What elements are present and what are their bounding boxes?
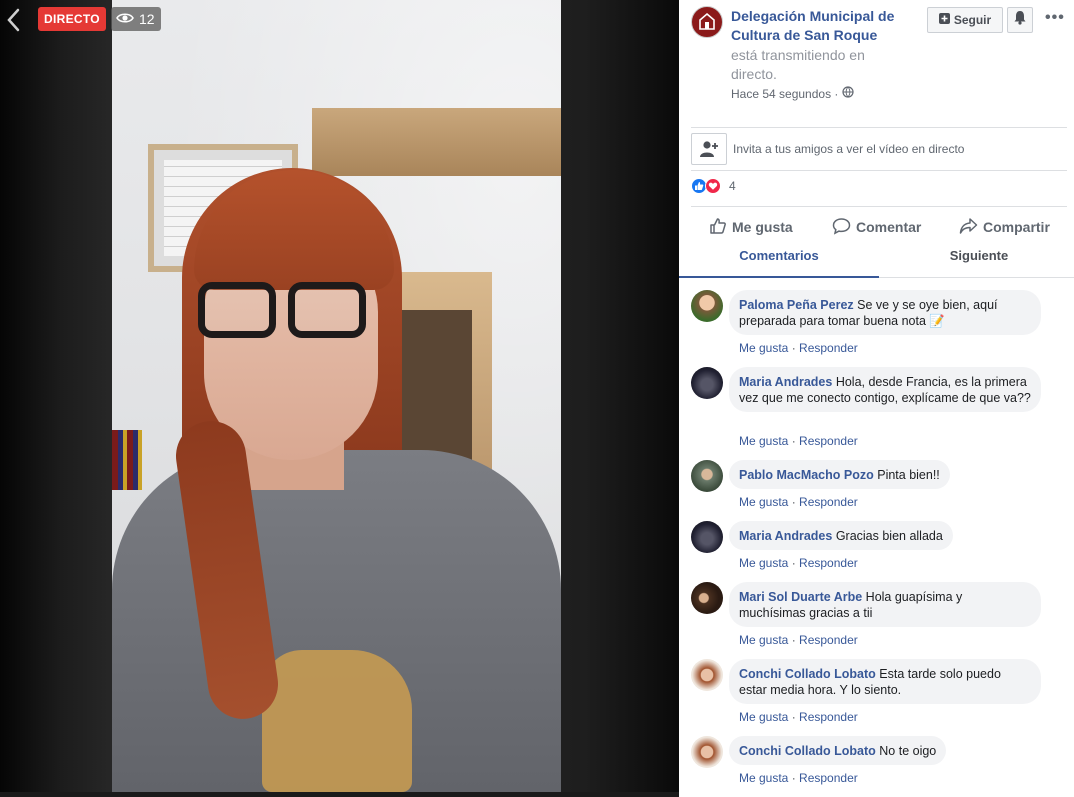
comment-text: Pinta bien!! [877,468,940,482]
video-frame [112,0,561,792]
invite-text[interactable]: Invita a tus amigos a ver el vídeo en di… [733,142,964,156]
comment-like-link[interactable]: Me gusta [739,633,788,647]
comment-author[interactable]: Mari Sol Duarte Arbe [739,590,862,604]
follow-button[interactable]: Seguir [927,7,1003,33]
comment-reply-link[interactable]: Responder [799,495,858,509]
comment-author[interactable]: Pablo MacMacho Pozo [739,468,874,482]
page-avatar[interactable] [691,6,723,38]
comment-bubble: Maria Andrades Gracias bien allada [729,521,953,550]
comment-author[interactable]: Conchi Collado Lobato [739,667,876,681]
divider [691,127,1067,128]
page-name-link[interactable]: Delegación Municipal de Cultura de San R… [731,7,921,45]
comment-text: No te oigo [879,744,937,758]
follow-plus-icon [938,13,950,27]
bell-icon [1013,10,1027,30]
page-logo-icon [699,12,715,30]
comment-reply-link[interactable]: Responder [799,633,858,647]
avatar[interactable] [691,290,723,322]
like-label: Me gusta [732,219,793,235]
post-time: Hace 54 segundos · [731,86,855,101]
comment-actions: Me gusta · Responder [739,434,858,448]
invite-friends-row[interactable]: Invita a tus amigos a ver el vídeo en di… [691,132,1067,166]
avatar[interactable] [691,521,723,553]
comment-reply-link[interactable]: Responder [799,771,858,785]
comment-bubble: Conchi Collado Lobato Esta tarde solo pu… [729,659,1041,704]
comment-author[interactable]: Paloma Peña Perez [739,298,854,312]
post-header: Delegación Municipal de Cultura de San R… [679,0,1074,128]
comment-author[interactable]: Maria Andrades [739,375,832,389]
video-shirt-print [262,650,412,792]
love-reaction-icon [705,178,721,194]
viewer-count-badge: 12 [111,7,161,31]
comment-bubble: Conchi Collado Lobato No te oigo [729,736,947,765]
comment-reply-link[interactable]: Responder [799,710,858,724]
comment-like-link[interactable]: Me gusta [739,710,788,724]
comment-like-link[interactable]: Me gusta [739,495,788,509]
back-arrow-icon[interactable] [4,6,24,34]
avatar[interactable] [691,659,723,691]
comment-bubble: Maria Andrades Hola, desde Francia, es l… [729,367,1041,412]
add-friend-icon[interactable] [691,133,727,165]
live-video-player[interactable]: DIRECTO 12 [0,0,679,797]
tab-comments[interactable]: Comentarios [679,242,879,278]
comment-actions: Me gusta · Responder [739,771,858,785]
comment-label: Comentar [856,219,922,235]
comment-author[interactable]: Maria Andrades [739,529,832,543]
side-panel: Delegación Municipal de Cultura de San R… [679,0,1074,797]
comment-actions: Me gusta · Responder [739,341,858,355]
avatar[interactable] [691,460,723,492]
notifications-button[interactable] [1007,7,1033,33]
comment-like-link[interactable]: Me gusta [739,771,788,785]
comment-bubble: Pablo MacMacho Pozo Pinta bien!! [729,460,950,489]
follow-label: Seguir [953,13,992,27]
video-shelf [312,108,561,176]
comment-like-link[interactable]: Me gusta [739,341,788,355]
avatar[interactable] [691,367,723,399]
viewer-count: 12 [139,11,155,27]
comment-actions: Me gusta · Responder [739,495,858,509]
more-options-icon[interactable]: ••• [1045,9,1065,27]
comment-reply-link[interactable]: Responder [799,434,858,448]
eye-icon [116,7,134,31]
video-glasses-left [198,282,276,338]
share-label: Compartir [983,219,1050,235]
live-badge: DIRECTO [38,7,106,31]
comment-actions: Me gusta · Responder [739,633,858,647]
comment-text: Gracias bien allada [835,529,943,543]
comment-bubble-icon [832,217,851,238]
like-button[interactable]: Me gusta [709,212,793,242]
share-button[interactable]: Compartir [959,212,1050,242]
video-bottom-strip [0,792,679,797]
post-actions: Me gusta Comentar Compartir [679,212,1074,242]
tab-next[interactable]: Siguiente [879,242,1074,278]
avatar[interactable] [691,582,723,614]
divider [691,206,1067,207]
comment-like-link[interactable]: Me gusta [739,434,788,448]
video-books [112,430,142,490]
comment-reply-link[interactable]: Responder [799,556,858,570]
thumbs-up-icon [709,217,727,238]
comment-bubble: Paloma Peña Perez Se ve y se oye bien, a… [729,290,1041,335]
comment-button[interactable]: Comentar [832,212,921,242]
broadcast-status: está transmitiendo en directo. [731,47,865,82]
reaction-count: 4 [729,179,736,193]
comment-reply-link[interactable]: Responder [799,341,858,355]
divider [691,170,1067,171]
comment-like-link[interactable]: Me gusta [739,556,788,570]
share-arrow-icon [959,217,978,238]
panel-tabs: Comentarios Siguiente [679,242,1074,278]
comments-list: Paloma Peña Perez Se ve y se oye bien, a… [679,278,1074,797]
globe-icon [842,86,855,101]
video-glasses-right [288,282,366,338]
reactions-summary[interactable]: 4 [691,178,736,194]
comment-bubble: Mari Sol Duarte Arbe Hola guapísima y mu… [729,582,1041,627]
comment-actions: Me gusta · Responder [739,556,858,570]
avatar[interactable] [691,736,723,768]
comment-author[interactable]: Conchi Collado Lobato [739,744,876,758]
post-time-text[interactable]: Hace 54 segundos · [731,87,838,101]
comment-actions: Me gusta · Responder [739,710,858,724]
